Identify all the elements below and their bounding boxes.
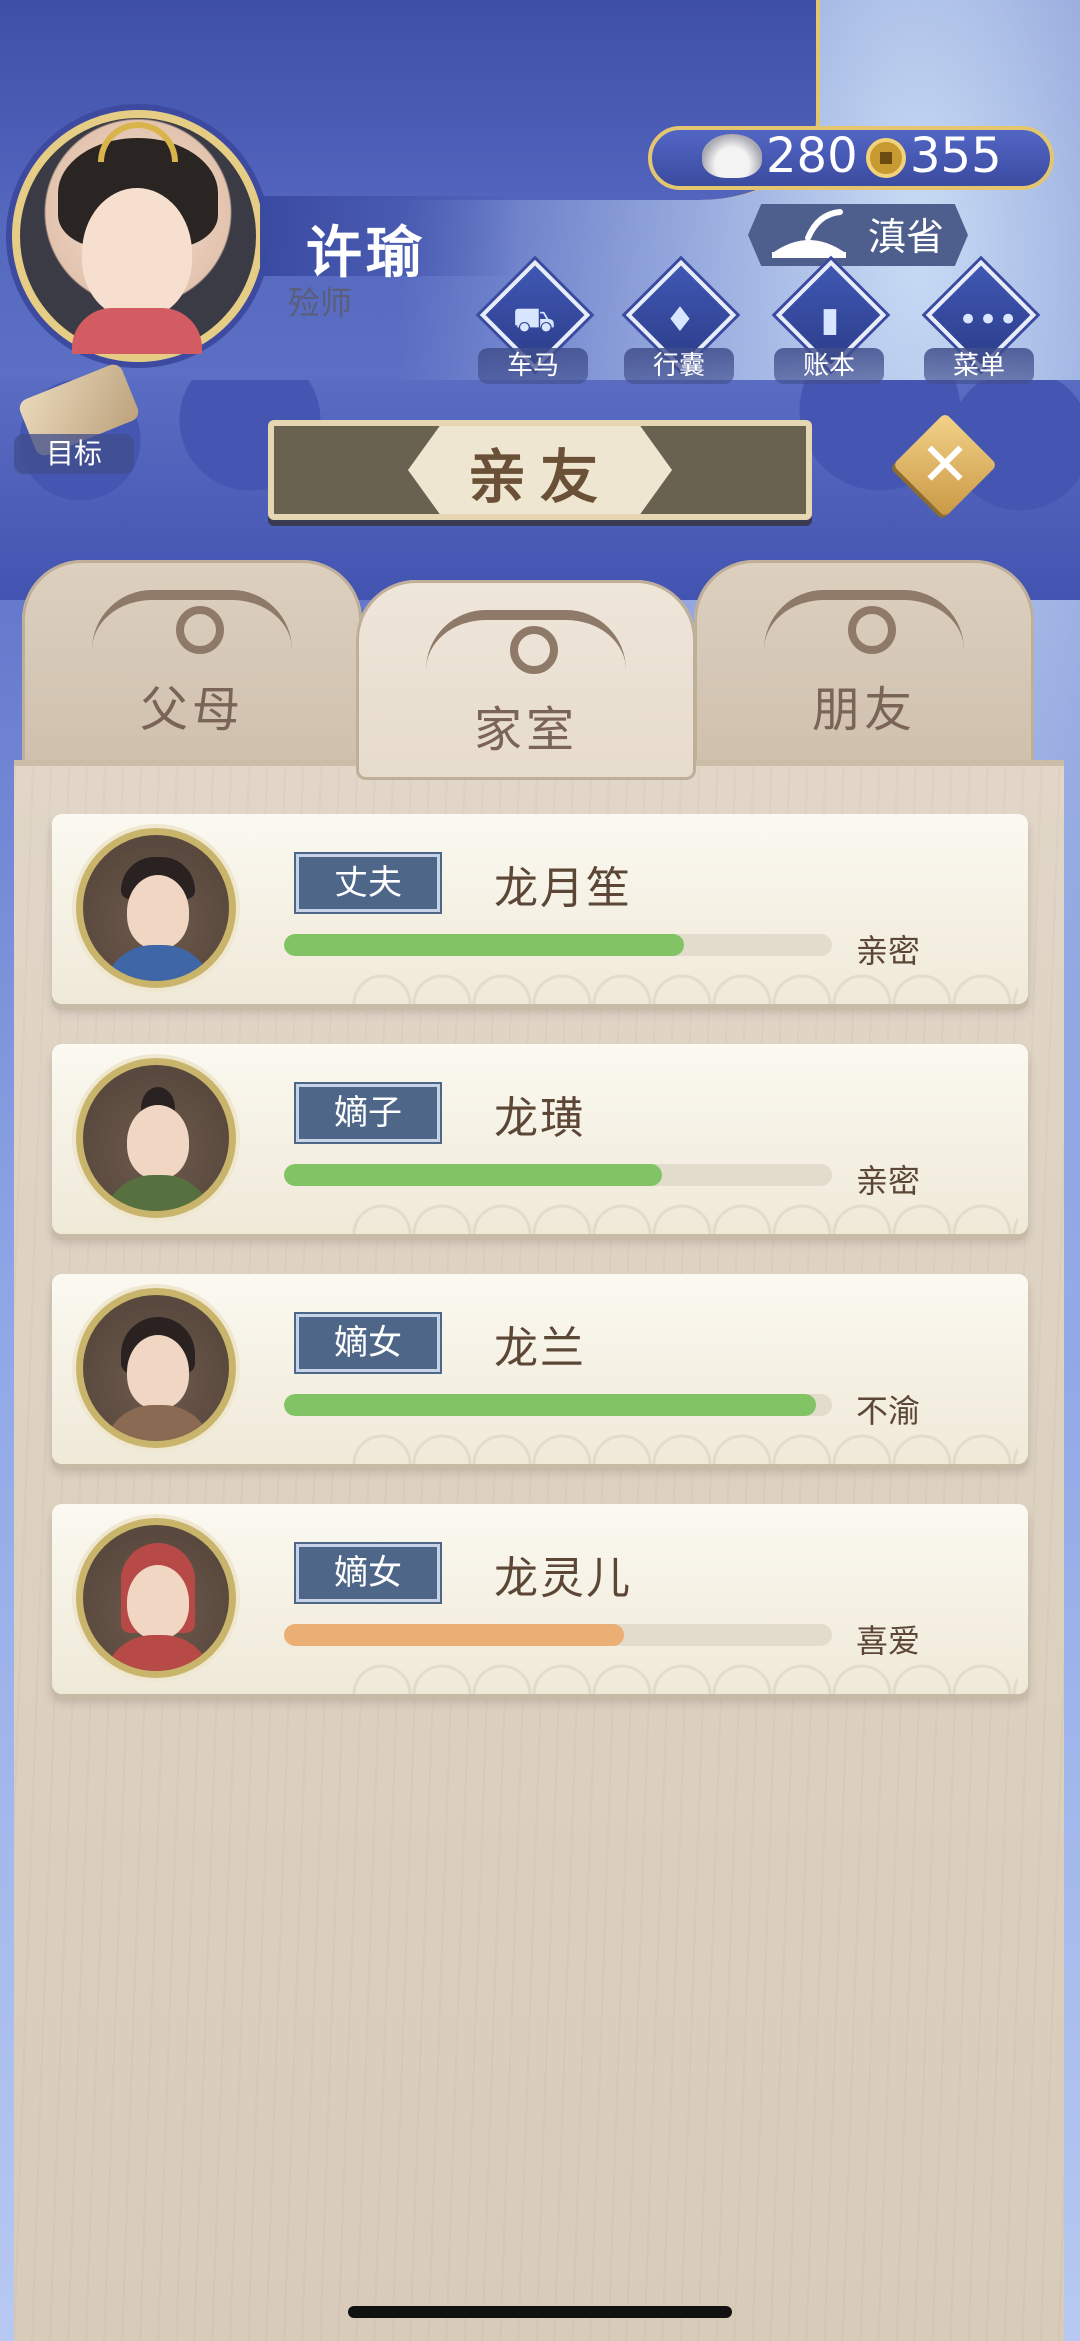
ledger-icon: ▮ [820, 300, 840, 340]
mortar-icon [772, 209, 846, 258]
member-avatar [76, 1288, 236, 1448]
silver-ingot-icon [702, 134, 762, 178]
goal-button[interactable]: 目标 [14, 361, 142, 476]
affinity-fill [284, 934, 685, 956]
menu-item-more[interactable]: ••• 菜单 [924, 259, 1037, 384]
player-avatar[interactable] [12, 110, 264, 362]
cloud-ornament-icon [764, 590, 964, 654]
avatar-robe [103, 1405, 213, 1441]
avatar-face [127, 1105, 189, 1179]
goal-label: 目标 [14, 434, 134, 474]
more-icon: ••• [958, 300, 1019, 340]
avatar-face [127, 875, 189, 949]
avatar-robe [103, 945, 213, 981]
coin-value: 355 [910, 128, 1002, 184]
tab-label: 父母 [139, 682, 244, 738]
menu-label: 车马 [478, 348, 588, 384]
menu-label: 账本 [774, 348, 884, 384]
relation-label: 亲密 [856, 1162, 921, 1200]
role-badge: 嫡子 [294, 1082, 442, 1144]
silver-value: 280 [766, 128, 858, 184]
cloud-ornament-icon [426, 610, 626, 674]
affinity-bar [284, 1164, 832, 1186]
cloud-ornament-icon [92, 590, 292, 654]
menu-label: 行囊 [624, 348, 734, 384]
member-name: 龙璜 [494, 1093, 586, 1144]
affinity-fill [284, 1394, 816, 1416]
affinity-fill [284, 1624, 624, 1646]
role-badge: 丈夫 [294, 852, 442, 914]
tab-label: 家室 [473, 702, 578, 758]
avatar-crown [98, 122, 178, 162]
role-badge: 嫡女 [294, 1542, 442, 1604]
home-indicator[interactable] [348, 2306, 732, 2318]
bag-icon: ♦ [664, 300, 696, 340]
member-name: 龙月笙 [494, 863, 632, 914]
avatar-face [127, 1565, 189, 1639]
relation-label: 不渝 [856, 1392, 921, 1430]
menu-item-bag[interactable]: ♦ 行囊 [624, 259, 737, 384]
relation-label: 喜爱 [856, 1622, 921, 1660]
copper-coin-icon [866, 138, 906, 178]
avatar-robe [103, 1175, 213, 1211]
avatar-face [82, 188, 192, 318]
avatar-face [127, 1335, 189, 1409]
menu-label: 菜单 [924, 348, 1034, 384]
close-icon: ✕ [919, 430, 971, 500]
affinity-fill [284, 1164, 663, 1186]
role-badge: 嫡女 [294, 1312, 442, 1374]
panel-title: 亲友 [467, 443, 612, 511]
player-title: 殓师 [288, 284, 353, 322]
member-row[interactable]: 嫡子 龙璜 亲密 [52, 1044, 1028, 1234]
tab-label: 朋友 [811, 682, 916, 738]
carriage-icon: ⛟ [512, 300, 556, 340]
member-row[interactable]: 嫡女 龙兰 不渝 [52, 1274, 1028, 1464]
member-row[interactable]: 嫡女 龙灵儿 喜爱 [52, 1504, 1028, 1694]
affinity-bar [284, 934, 832, 956]
affinity-bar [284, 1394, 832, 1416]
menu-item-carriage[interactable]: ⛟ 车马 [478, 259, 591, 384]
member-name: 龙兰 [494, 1323, 586, 1374]
menu-item-ledger[interactable]: ▮ 账本 [774, 259, 887, 384]
avatar-robe [72, 308, 202, 354]
member-row[interactable]: 丈夫 龙月笙 亲密 [52, 814, 1028, 1004]
region-label: 滇省 [868, 215, 945, 259]
tab-friends[interactable]: 朋友 [694, 560, 1034, 770]
member-avatar [76, 828, 236, 988]
member-avatar [76, 1518, 236, 1678]
relation-label: 亲密 [856, 932, 921, 970]
player-name: 许瑜 [306, 221, 426, 286]
tab-parents[interactable]: 父母 [22, 560, 362, 770]
member-avatar [76, 1058, 236, 1218]
affinity-bar [284, 1624, 832, 1646]
member-name: 龙灵儿 [494, 1553, 632, 1604]
avatar-swaddle [103, 1635, 213, 1671]
tab-household[interactable]: 家室 [356, 580, 696, 780]
